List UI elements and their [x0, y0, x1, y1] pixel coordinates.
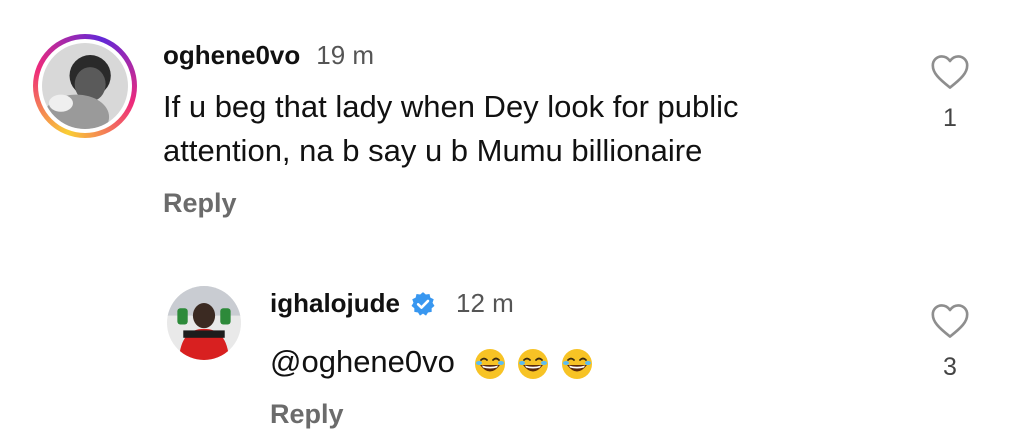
laughing-emoji-icon	[474, 348, 505, 379]
avatar-photo	[167, 286, 241, 360]
avatar[interactable]	[167, 286, 241, 360]
comment-text-line: If u beg that lady when Dey look for pub…	[163, 89, 739, 124]
like-control: 1	[928, 54, 972, 133]
person-photo-icon	[167, 286, 241, 360]
comment-meta: oghene0vo 19 m	[163, 40, 374, 71]
comment: oghene0vo 19 m If u beg that lady when D…	[0, 0, 1024, 240]
like-count: 1	[943, 104, 957, 132]
heart-icon[interactable]	[930, 303, 970, 339]
verified-badge-icon	[411, 291, 435, 316]
comment-meta: ighalojude 12 m	[270, 288, 514, 319]
laughing-emoji-icon	[561, 348, 592, 379]
like-control: 3	[928, 303, 972, 382]
reply-button[interactable]: Reply	[270, 399, 344, 430]
avatar[interactable]	[33, 34, 137, 138]
username[interactable]: oghene0vo	[163, 40, 300, 71]
reply-button[interactable]: Reply	[163, 188, 237, 219]
username[interactable]: ighalojude	[270, 288, 400, 319]
person-photo-icon	[42, 43, 128, 129]
reply-comment: ighalojude 12 m @oghene0vo Reply 3	[0, 240, 1024, 444]
heart-icon[interactable]	[930, 54, 970, 90]
timestamp: 12 m	[456, 288, 514, 318]
laughing-emoji-icon	[518, 348, 549, 379]
comment-text: @oghene0vo	[270, 340, 593, 384]
comment-text-line: attention, na b say u b Mumu billionaire	[163, 133, 703, 168]
comment-text: If u beg that lady when Dey look for pub…	[163, 85, 739, 173]
avatar-photo	[42, 43, 128, 129]
timestamp: 19 m	[316, 40, 375, 70]
avatar-border	[38, 39, 132, 133]
like-count: 3	[943, 353, 957, 381]
mention-link[interactable]: @oghene0vo	[270, 344, 455, 379]
